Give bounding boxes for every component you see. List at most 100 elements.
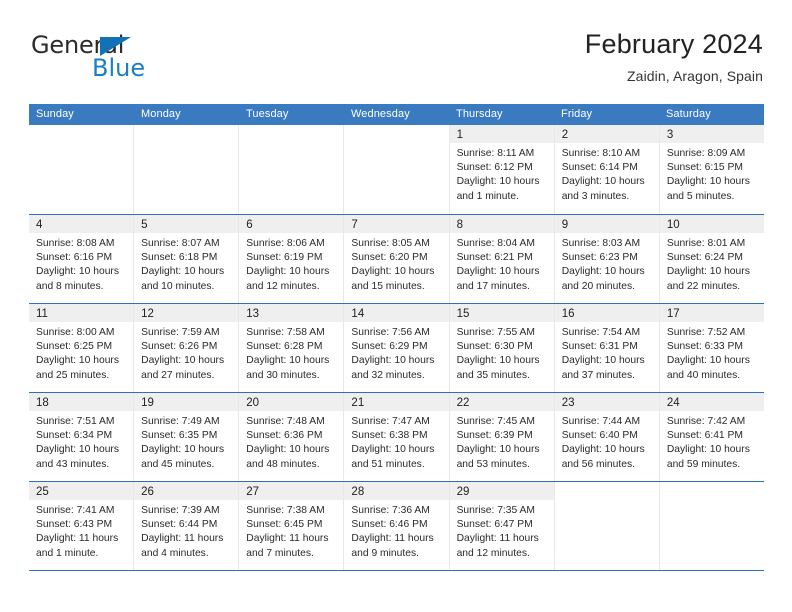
day-number: 23 [561,397,575,409]
general-blue-logo[interactable]: General Blue [31,32,211,88]
calendar-day-cell[interactable]: 3 Sunrise: 8:09 AM Sunset: 6:15 PM Daylight… [659,125,764,214]
day-number-band [344,125,448,143]
sunset-text: Sunset: 6:14 PM [561,162,638,174]
sunset-text: Sunset: 6:21 PM [456,252,533,264]
day-details: Sunrise: 7:44 AM Sunset: 6:40 PM Daylight:… [555,411,659,472]
day-number: 5 [141,219,148,231]
day-number: 17 [666,308,680,320]
calendar-day-cell[interactable]: 29 Sunrise: 7:35 AM Sunset: 6:47 PM Dayligh… [449,482,555,570]
sunset-text: Sunset: 6:12 PM [456,162,533,174]
calendar-day-cell[interactable]: 21 Sunrise: 7:47 AM Sunset: 6:38 PM Dayligh… [344,393,450,481]
calendar-day-cell[interactable]: 23 Sunrise: 7:44 AM Sunset: 6:40 PM Dayligh… [554,393,660,481]
calendar-day-cell[interactable]: 22 Sunrise: 7:45 AM Sunset: 6:39 PM Dayligh… [449,393,555,481]
daylight-text-line1: Daylight: 10 hours [351,355,435,367]
day-details: Sunrise: 8:06 AM Sunset: 6:19 PM Daylight:… [239,233,343,294]
calendar-day-cell[interactable]: 15 Sunrise: 7:55 AM Sunset: 6:30 PM Dayligh… [449,304,555,392]
sunrise-text: Sunrise: 7:59 AM [141,327,220,338]
day-details: Sunrise: 7:58 AM Sunset: 6:28 PM Daylight:… [239,322,343,383]
day-number: 21 [351,397,365,409]
day-details: Sunrise: 8:04 AM Sunset: 6:21 PM Daylight:… [450,233,554,294]
sunrise-text: Sunrise: 8:05 AM [351,238,430,249]
sunset-text: Sunset: 6:30 PM [456,341,533,353]
day-details: Sunrise: 7:45 AM Sunset: 6:39 PM Daylight:… [450,411,554,472]
calendar-day-cell[interactable]: 19 Sunrise: 7:49 AM Sunset: 6:35 PM Dayligh… [134,393,240,481]
day-number-band: 1 [449,125,554,143]
calendar-day-cell[interactable]: 5 Sunrise: 8:07 AM Sunset: 6:18 PM Daylight… [134,215,240,303]
daylight-text-line2: and 12 minutes. [456,547,530,559]
calendar-day-cell[interactable]: 10 Sunrise: 8:01 AM Sunset: 6:24 PM Dayligh… [659,215,764,303]
day-number: 22 [456,397,470,409]
sunset-text: Sunset: 6:38 PM [351,430,428,442]
calendar-day-cell[interactable]: 18 Sunrise: 7:51 AM Sunset: 6:34 PM Dayligh… [29,393,135,481]
daylight-text-line1: Daylight: 10 hours [351,266,435,278]
calendar-day-cell[interactable]: 13 Sunrise: 7:58 AM Sunset: 6:28 PM Dayligh… [239,304,345,392]
day-number: 15 [456,308,470,320]
daylight-text-line1: Daylight: 10 hours [36,444,119,456]
sunset-text: Sunset: 6:44 PM [141,519,218,531]
day-number: 6 [246,219,253,231]
sunset-text: Sunset: 6:40 PM [561,430,638,442]
calendar-day-cell[interactable]: 6 Sunrise: 8:06 AM Sunset: 6:19 PM Daylight… [239,215,345,303]
calendar-page: General Blue February 2024 Zaidin, Arago… [0,0,792,612]
daylight-text-line1: Daylight: 10 hours [666,355,750,367]
daylight-text-line2: and 9 minutes. [351,547,419,559]
daylight-text-line2: and 4 minutes. [141,547,209,559]
day-number: 7 [351,219,358,231]
calendar-day-cell[interactable]: 17 Sunrise: 7:52 AM Sunset: 6:33 PM Dayligh… [659,304,764,392]
daylight-text-line2: and 35 minutes. [456,369,530,381]
sunrise-text: Sunrise: 7:44 AM [561,416,641,427]
daylight-text-line2: and 10 minutes. [141,280,215,292]
calendar-day-cell[interactable]: 25 Sunrise: 7:41 AM Sunset: 6:43 PM Dayligh… [29,482,135,570]
calendar-bottom-rule [29,570,764,571]
calendar-day-cell[interactable]: 2 Sunrise: 8:10 AM Sunset: 6:14 PM Daylight… [554,125,660,214]
day-details: Sunrise: 7:59 AM Sunset: 6:26 PM Daylight:… [134,322,238,383]
day-number-band: 9 [554,215,659,233]
sunrise-text: Sunrise: 8:10 AM [561,148,641,159]
sunset-text: Sunset: 6:35 PM [141,430,218,442]
sunset-text: Sunset: 6:16 PM [36,252,113,264]
daylight-text-line1: Daylight: 10 hours [561,176,645,188]
day-number: 19 [141,397,154,409]
calendar-day-cell[interactable]: 4 Sunrise: 8:08 AM Sunset: 6:16 PM Daylight… [29,215,135,303]
day-details: Sunrise: 8:07 AM Sunset: 6:18 PM Daylight:… [134,233,238,294]
day-number-band: 24 [659,393,764,411]
sunrise-text: Sunrise: 8:07 AM [141,238,220,249]
daylight-text-line2: and 15 minutes. [351,280,425,292]
calendar-day-cell[interactable]: 24 Sunrise: 7:42 AM Sunset: 6:41 PM Dayligh… [659,393,764,481]
sunset-text: Sunset: 6:39 PM [456,430,533,442]
calendar-day-cell[interactable]: 27 Sunrise: 7:38 AM Sunset: 6:45 PM Dayligh… [239,482,345,570]
calendar-day-cell[interactable]: 16 Sunrise: 7:54 AM Sunset: 6:31 PM Dayligh… [554,304,660,392]
calendar-day-cell[interactable]: 7 Sunrise: 8:05 AM Sunset: 6:20 PM Daylight… [344,215,450,303]
daylight-text-line2: and 53 minutes. [456,458,530,470]
day-number-band: 26 [134,482,239,500]
calendar-day-cell[interactable]: 9 Sunrise: 8:03 AM Sunset: 6:23 PM Daylight… [554,215,660,303]
calendar-day-cell[interactable]: 28 Sunrise: 7:36 AM Sunset: 6:46 PM Dayligh… [344,482,450,570]
daylight-text-line1: Daylight: 10 hours [666,444,750,456]
day-number: 24 [666,397,680,409]
day-details: Sunrise: 7:35 AM Sunset: 6:47 PM Daylight:… [450,500,554,561]
weekday-header-row: Sunday Monday Tuesday Wednesday Thursday… [29,104,764,125]
daylight-text-line1: Daylight: 10 hours [141,266,225,278]
calendar-day-cell[interactable]: 1 Sunrise: 8:11 AM Sunset: 6:12 PM Daylight… [449,125,555,214]
sunset-text: Sunset: 6:29 PM [351,341,428,353]
sunset-text: Sunset: 6:34 PM [36,430,113,442]
calendar-day-cell[interactable]: 26 Sunrise: 7:39 AM Sunset: 6:44 PM Dayligh… [134,482,240,570]
calendar-day-cell[interactable]: 11 Sunrise: 8:00 AM Sunset: 6:25 PM Dayligh… [29,304,135,392]
day-number-band [134,125,238,143]
daylight-text-line2: and 40 minutes. [666,369,741,381]
daylight-text-line2: and 1 minute. [456,190,519,202]
day-number-band: 16 [554,304,659,322]
day-number: 16 [561,308,575,320]
sunset-text: Sunset: 6:33 PM [666,341,743,353]
day-number: 4 [36,219,43,231]
weekday-header-wednesday: Wednesday [351,108,410,120]
daylight-text-line1: Daylight: 10 hours [36,355,119,367]
calendar-day-cell[interactable]: 20 Sunrise: 7:48 AM Sunset: 6:36 PM Dayligh… [239,393,345,481]
page-header: General Blue February 2024 Zaidin, Arago… [29,28,763,98]
calendar-week-row: 11 Sunrise: 8:00 AM Sunset: 6:25 PM Dayligh… [29,303,764,392]
calendar-day-cell[interactable]: 14 Sunrise: 7:56 AM Sunset: 6:29 PM Dayligh… [344,304,450,392]
calendar-day-cell[interactable]: 12 Sunrise: 7:59 AM Sunset: 6:26 PM Dayligh… [134,304,240,392]
day-number-band [660,482,764,500]
calendar-day-cell[interactable]: 8 Sunrise: 8:04 AM Sunset: 6:21 PM Daylight… [449,215,555,303]
sunrise-text: Sunrise: 7:54 AM [561,327,641,338]
